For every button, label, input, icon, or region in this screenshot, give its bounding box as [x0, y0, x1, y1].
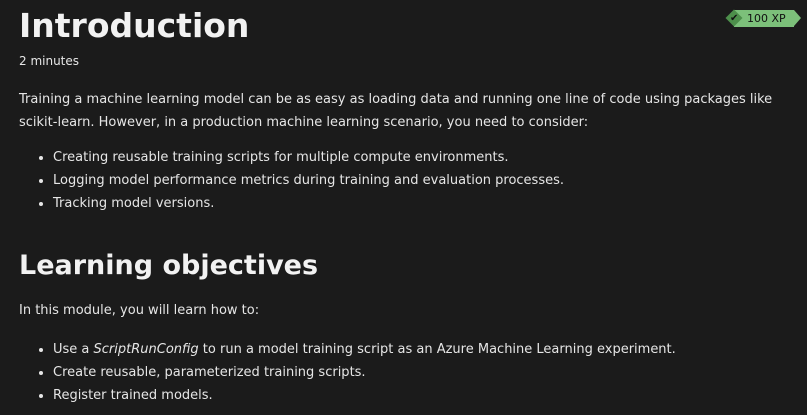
intro-paragraph: Training a machine learning model can be… — [19, 92, 773, 130]
page-title: Introduction — [19, 6, 250, 45]
xp-label: 100 XP — [734, 10, 801, 27]
list-item: Register trained models. — [53, 384, 676, 407]
list-item: Use a ScriptRunConfig to run a model tra… — [53, 338, 676, 361]
list-item: Creating reusable training scripts for m… — [53, 146, 564, 169]
xp-badge: ✔ 100 XP — [725, 9, 801, 27]
text: Use a — [53, 342, 94, 357]
check-icon: ✔ — [730, 13, 739, 24]
objectives-list: Use a ScriptRunConfig to run a model tra… — [19, 338, 676, 407]
text: to run a model training script as an Azu… — [198, 342, 676, 357]
considerations-list: Creating reusable training scripts for m… — [19, 146, 564, 215]
duration: 2 minutes — [19, 54, 80, 68]
list-item: Tracking model versions. — [53, 192, 564, 215]
objectives-intro: In this module, you will learn how to: — [19, 303, 260, 318]
list-item: Logging model performance metrics during… — [53, 169, 564, 192]
objectives-heading: Learning objectives — [19, 250, 319, 281]
script-run-config-term: ScriptRunConfig — [93, 342, 199, 357]
list-item: Create reusable, parameterized training … — [53, 361, 676, 384]
